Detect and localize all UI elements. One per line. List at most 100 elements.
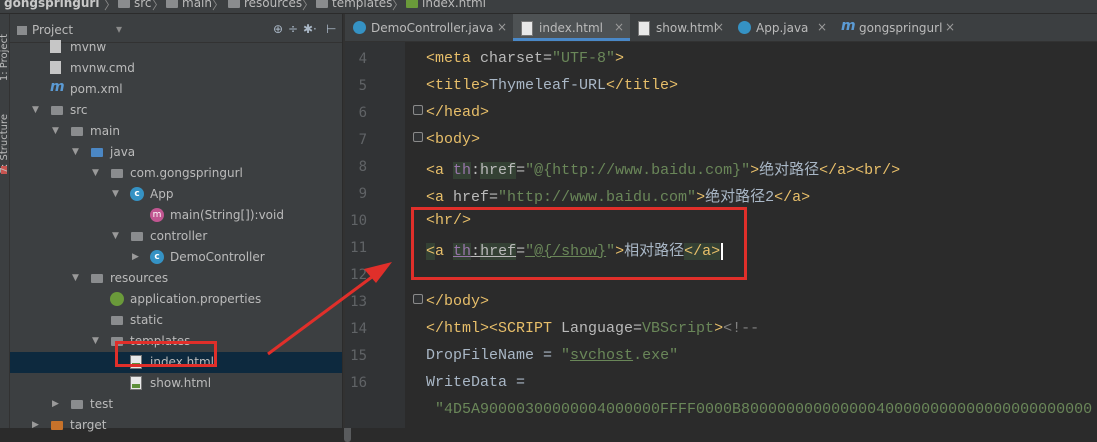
maven-icon: m: [841, 18, 856, 34]
close-tab-icon[interactable]: ×: [945, 20, 955, 34]
expand-arrow-icon[interactable]: ▼: [92, 336, 99, 346]
tree-row[interactable]: mvnw.cmd: [10, 58, 342, 79]
charset-value: "UTF-8": [552, 50, 616, 67]
expand-arrow-icon[interactable]: ▼: [112, 231, 119, 241]
title-text: Thymeleaf-URL: [489, 77, 607, 94]
html-file-icon: [638, 21, 650, 36]
breadcrumb-file[interactable]: index.html: [406, 0, 486, 10]
close-tab-icon[interactable]: ×: [614, 20, 624, 34]
tree-row[interactable]: ▶ c DemoController: [10, 247, 342, 268]
project-panel-title[interactable]: Project: [32, 23, 73, 37]
collapse-all-icon[interactable]: ÷: [288, 22, 298, 36]
tree-row-label: java: [110, 145, 136, 159]
tab-label: DemoController.java: [371, 21, 494, 35]
dropdown-arrow-icon[interactable]: ▾: [116, 22, 122, 36]
maven-icon: m: [50, 79, 65, 95]
tree-row[interactable]: ▼ resources: [10, 268, 342, 289]
breadcrumb-src[interactable]: src: [118, 0, 152, 10]
collapse-arrow-icon[interactable]: ▶: [32, 420, 39, 430]
sync-icon[interactable]: ⊕: [273, 22, 283, 36]
html-file-icon: [521, 21, 533, 36]
fold-marker-icon[interactable]: [413, 132, 423, 142]
class-icon: [353, 21, 366, 34]
tree-row[interactable]: ▼ java: [10, 142, 342, 163]
project-tool-button[interactable]: 1: Project: [0, 34, 10, 81]
tree-row-label: mvnw: [70, 40, 107, 54]
package-icon: [130, 229, 144, 243]
class-icon: c: [150, 250, 164, 264]
structure-tool-button[interactable]: 7: Structure: [0, 114, 10, 173]
tab-democontroller-java[interactable]: DemoController.java ×: [345, 14, 513, 41]
tab-app-java[interactable]: App.java ×: [730, 14, 833, 41]
tree-row-label: App: [150, 187, 174, 201]
tab-label: index.html: [539, 21, 603, 35]
hide-panel-icon[interactable]: ⊢: [326, 22, 336, 36]
breadcrumb-separator: 〉: [302, 0, 315, 12]
folder-icon: [166, 0, 178, 8]
breadcrumb: gongspringurl 〉 src 〉 main 〉 resources 〉…: [0, 0, 1097, 14]
tree-row[interactable]: ▼ src: [10, 100, 342, 121]
code-line: <a th:href="@{http://www.baidu.com}">绝对路…: [426, 162, 901, 179]
tree-row-label: test: [90, 397, 114, 411]
breadcrumb-separator: 〉: [392, 0, 405, 12]
close-tab-icon[interactable]: ×: [817, 20, 827, 34]
expand-arrow-icon[interactable]: ▼: [32, 105, 39, 115]
code-line: </body>: [426, 293, 490, 310]
tab-gongspringurl[interactable]: m gongspringurl ×: [833, 14, 961, 41]
tree-row[interactable]: application.properties: [10, 289, 342, 310]
line-number: 11: [350, 240, 367, 256]
highlight-box-index-html: [115, 341, 217, 367]
gear-icon[interactable]: ✱·: [303, 22, 317, 36]
tab-show-html[interactable]: show.html ×: [630, 14, 730, 41]
breadcrumb-templates[interactable]: templates: [316, 0, 392, 10]
tab-label: App.java: [756, 21, 809, 35]
line-number: 7: [358, 132, 367, 148]
tree-row[interactable]: m pom.xml: [10, 79, 342, 100]
expand-arrow-icon[interactable]: ▼: [52, 126, 59, 136]
tree-row[interactable]: ▼ main: [10, 121, 342, 142]
code-line: </html><SCRIPT Language=VBScript><!--: [426, 320, 760, 337]
tree-row-label: mvnw.cmd: [70, 61, 135, 75]
tree-row-label: DemoController: [170, 250, 265, 264]
tree-row[interactable]: ▶ target: [10, 415, 342, 436]
breadcrumb-main[interactable]: main: [166, 0, 212, 10]
tree-row[interactable]: ▶ test: [10, 394, 342, 415]
tree-row-label: main: [90, 124, 120, 138]
expand-arrow-icon[interactable]: ▼: [92, 168, 99, 178]
tree-row[interactable]: ▼ com.gongspringurl: [10, 163, 342, 184]
line-numbers: 4 5 6 7 8 9 10 11 12 13 14 15 16: [345, 42, 371, 428]
tree-row-label: show.html: [150, 376, 212, 390]
tree-row[interactable]: ▼ controller: [10, 226, 342, 247]
collapse-arrow-icon[interactable]: ▶: [52, 399, 59, 409]
close-tab-icon[interactable]: ×: [497, 20, 507, 34]
class-icon: [738, 21, 751, 34]
code-line: <title>Thymeleaf-URL</title>: [426, 77, 679, 94]
tree-row-label: controller: [150, 229, 208, 243]
tree-row[interactable]: mvnw: [10, 37, 342, 58]
collapse-arrow-icon[interactable]: ▶: [132, 252, 139, 262]
tree-row[interactable]: ▼ c App: [10, 184, 342, 205]
breadcrumb-separator: 〉: [152, 0, 165, 12]
breadcrumb-resources[interactable]: resources: [228, 0, 302, 10]
tab-index-html[interactable]: index.html ×: [513, 14, 630, 41]
expand-arrow-icon[interactable]: ▼: [112, 189, 119, 199]
folder-icon: [110, 313, 124, 327]
line-number: 8: [358, 159, 367, 175]
code-line: <a href="http://www.baidu.com">绝对路径2</a>: [426, 189, 811, 206]
tree-row[interactable]: m main(String[]):void: [10, 205, 342, 226]
expand-arrow-icon[interactable]: ▼: [72, 147, 79, 157]
file-icon: [50, 40, 61, 53]
tree-row[interactable]: static: [10, 310, 342, 331]
tree-row[interactable]: show.html: [10, 373, 342, 394]
fold-marker-icon[interactable]: [413, 294, 423, 304]
fold-marker-icon[interactable]: [413, 105, 423, 115]
source-folder-icon: [90, 145, 104, 159]
breadcrumb-project[interactable]: gongspringurl: [4, 0, 99, 10]
tree-row-label: application.properties: [130, 292, 262, 306]
close-tab-icon[interactable]: ×: [714, 20, 724, 34]
tab-label: show.html: [656, 21, 718, 35]
method-icon: m: [150, 208, 164, 222]
expand-arrow-icon[interactable]: ▼: [72, 273, 79, 283]
code-line: </head>: [426, 104, 490, 121]
tree-row-label: target: [70, 418, 107, 432]
